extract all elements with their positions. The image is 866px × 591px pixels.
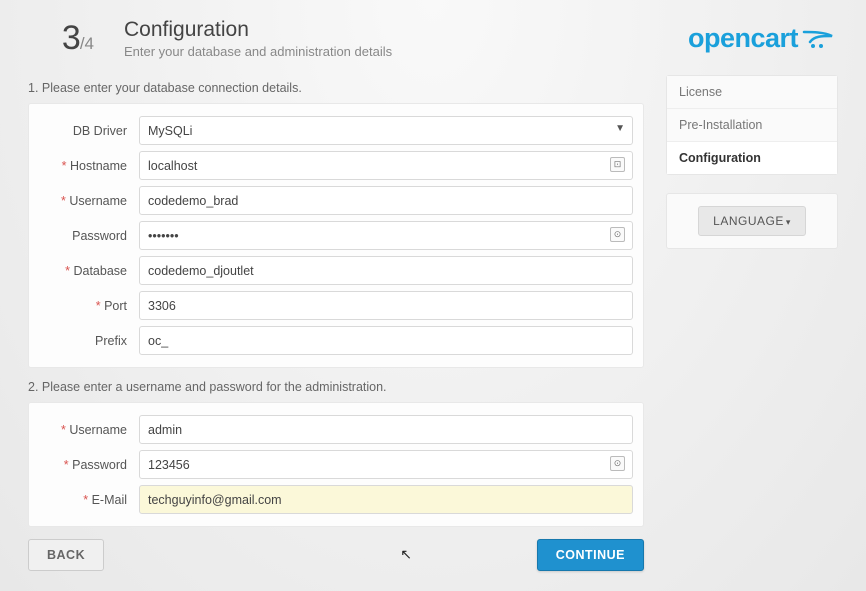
db-password-label: Password	[39, 229, 139, 243]
page-title: Configuration	[124, 18, 688, 42]
db-prefix-input[interactable]	[139, 326, 633, 355]
admin-username-input[interactable]	[139, 415, 633, 444]
admin-username-label: Username	[39, 423, 139, 437]
db-prefix-label: Prefix	[39, 334, 139, 348]
sidebar-item-license[interactable]: License	[667, 76, 837, 109]
language-button[interactable]: LANGUAGE▾	[698, 206, 806, 236]
admin-password-input[interactable]	[139, 450, 633, 479]
sidebar-item-configuration[interactable]: Configuration	[667, 142, 837, 174]
step-current: 3	[62, 19, 80, 57]
admin-panel: Username Password ⊙ E-Mail	[28, 402, 644, 527]
language-panel: LANGUAGE▾	[666, 193, 838, 249]
caret-down-icon: ▾	[786, 217, 791, 227]
admin-email-label: E-Mail	[39, 493, 139, 507]
continue-button[interactable]: CONTINUE	[537, 539, 644, 571]
db-password-input[interactable]	[139, 221, 633, 250]
admin-section-heading: 2. Please enter a username and password …	[28, 380, 644, 394]
hostname-label: Hostname	[39, 159, 139, 173]
db-panel: DB Driver MySQLi ▼ Hostname ⊡	[28, 103, 644, 368]
db-port-label: Port	[39, 299, 139, 313]
cursor-icon: ↖	[400, 546, 412, 563]
hostname-input[interactable]	[139, 151, 633, 180]
step-indicator: 3/4	[28, 19, 100, 58]
db-driver-label: DB Driver	[39, 124, 139, 138]
db-section-heading: 1. Please enter your database connection…	[28, 81, 644, 95]
back-button[interactable]: BACK	[28, 539, 104, 571]
db-username-label: Username	[39, 194, 139, 208]
admin-password-label: Password	[39, 458, 139, 472]
step-nav: License Pre-Installation Configuration	[666, 75, 838, 175]
db-driver-select[interactable]: MySQLi	[139, 116, 633, 145]
page-subtitle: Enter your database and administration d…	[124, 44, 688, 59]
cart-icon	[802, 28, 838, 50]
opencart-logo: opencart	[688, 23, 838, 54]
step-total: /4	[80, 34, 94, 53]
db-username-input[interactable]	[139, 186, 633, 215]
db-database-input[interactable]	[139, 256, 633, 285]
db-port-input[interactable]	[139, 291, 633, 320]
db-database-label: Database	[39, 264, 139, 278]
sidebar-item-preinstall[interactable]: Pre-Installation	[667, 109, 837, 142]
admin-email-input[interactable]	[139, 485, 633, 514]
